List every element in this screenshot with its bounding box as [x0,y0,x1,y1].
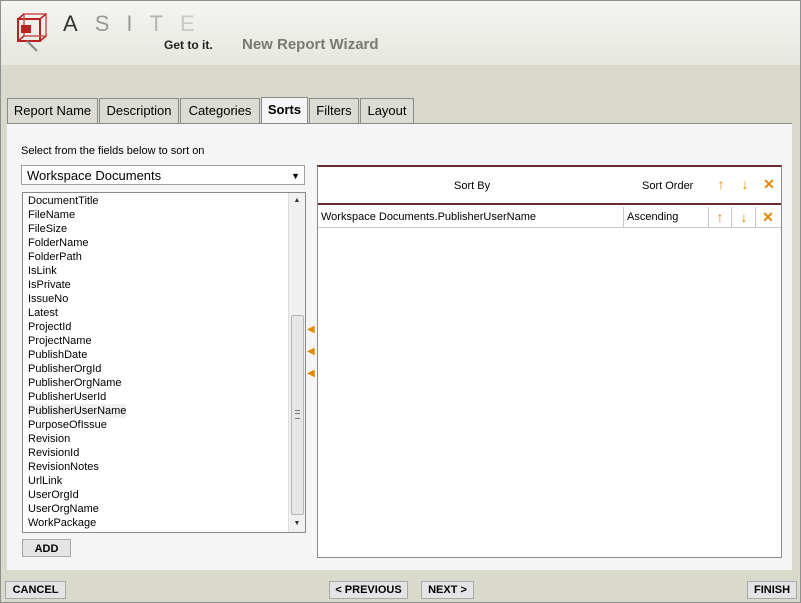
wizard-title: New Report Wizard [242,36,379,53]
move-up-all-icon[interactable]: ↑ [714,177,728,191]
tab-categories[interactable]: Categories [180,98,260,123]
list-item[interactable]: FileName [28,208,126,222]
move-left-arrow-icon[interactable]: ◀ [307,368,317,380]
remove-cell: ✕ [756,207,781,227]
list-item[interactable]: IsPrivate [28,278,126,292]
next-button[interactable]: NEXT > [421,581,474,599]
move-up-cell: ↑ [709,207,732,227]
field-list-scrollbar[interactable]: ▲ ▼ [288,193,305,532]
list-item[interactable]: UserOrgName [28,502,126,516]
list-item[interactable]: UrlLink [28,474,126,488]
list-item[interactable]: PublisherOrgId [28,362,126,376]
sort-by-header: Sort By [454,180,491,192]
list-item[interactable]: PublisherUserName [28,404,127,418]
list-item[interactable]: IsLink [28,264,126,278]
list-item[interactable]: FolderName [28,236,126,250]
list-item[interactable]: WorkPackage [28,516,126,530]
list-item[interactable]: FileSize [28,222,126,236]
remove-all-icon[interactable]: ✕ [762,177,776,191]
tab-filters[interactable]: Filters [309,98,359,123]
list-item[interactable]: PublisherUserId [28,390,126,404]
field-list: DocumentTitle FileName FileSize FolderName F… [28,194,127,530]
grip-icon [295,410,300,419]
sort-table-header: Sort By Sort Order ↑ ↓ ✕ [318,167,781,205]
source-select[interactable]: Workspace Documents ▼ [21,165,305,185]
tagline: Get to it. [164,38,213,52]
sort-order-cell[interactable]: Ascending [624,207,709,227]
move-left-arrow-icon[interactable]: ◀ [307,324,317,336]
add-button[interactable]: ADD [22,539,71,557]
list-item[interactable]: Revision [28,432,126,446]
move-left-arrow-icon[interactable]: ◀ [307,346,317,358]
finish-button[interactable]: FINISH [747,581,797,599]
list-item[interactable]: UserOrgId [28,488,126,502]
report-wizard-window: ASITE Get to it. New Report Wizard Repor… [0,0,801,603]
previous-button[interactable]: < PREVIOUS [329,581,408,599]
list-item[interactable]: Latest [28,306,126,320]
dropdown-arrow-icon: ▼ [291,171,300,181]
move-down-icon[interactable]: ↓ [737,210,751,224]
list-item[interactable]: FolderPath [28,250,126,264]
table-row[interactable]: Workspace Documents.PublisherUserName As… [318,207,781,228]
cancel-button[interactable]: CANCEL [5,581,66,599]
list-item[interactable]: DocumentTitle [28,194,126,208]
sort-instruction: Select from the fields below to sort on [21,145,205,157]
tab-sorts[interactable]: Sorts [261,97,308,124]
move-up-icon[interactable]: ↑ [713,210,727,224]
source-select-value: Workspace Documents [27,168,162,183]
list-item[interactable]: PublishDate [28,348,126,362]
list-item[interactable]: RevisionId [28,446,126,460]
list-item[interactable]: RevisionNotes [28,460,126,474]
sort-table: Sort By Sort Order ↑ ↓ ✕ Workspace Docum… [317,165,782,558]
sort-by-cell: Workspace Documents.PublisherUserName [318,207,624,227]
list-item[interactable]: IssueNo [28,292,126,306]
list-item[interactable]: ProjectId [28,320,126,334]
asite-cube-logo-icon [17,13,47,52]
header: ASITE Get to it. New Report Wizard [1,1,800,65]
list-item[interactable]: PurposeOfIssue [28,418,126,432]
list-item[interactable]: ProjectName [28,334,126,348]
scroll-thumb[interactable] [291,315,304,515]
remove-icon[interactable]: ✕ [761,210,775,224]
asite-wordmark: ASITE [63,11,212,36]
tab-layout[interactable]: Layout [360,98,414,123]
sort-order-header: Sort Order [642,180,694,192]
move-down-all-icon[interactable]: ↓ [738,177,752,191]
scroll-down-icon[interactable]: ▼ [289,517,305,531]
field-listbox[interactable]: DocumentTitle FileName FileSize FolderName F… [22,192,306,533]
scroll-up-icon[interactable]: ▲ [289,194,305,208]
tab-description[interactable]: Description [99,98,179,123]
tab-report-name[interactable]: Report Name [7,98,98,123]
list-item[interactable]: PublisherOrgName [28,376,126,390]
move-down-cell: ↓ [732,207,756,227]
